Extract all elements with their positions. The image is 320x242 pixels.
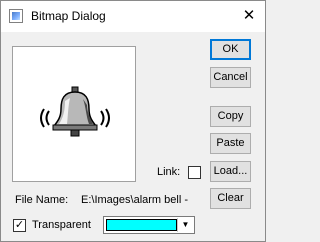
link-label: Link: xyxy=(157,166,181,178)
load-button[interactable]: Load... xyxy=(210,161,251,182)
transparent-color-swatch xyxy=(106,219,177,231)
copy-button[interactable]: Copy xyxy=(210,106,251,127)
close-button[interactable]: ✕ xyxy=(239,6,259,26)
chevron-down-icon[interactable]: ▼ xyxy=(177,218,193,232)
alarm-bell-icon xyxy=(39,85,111,144)
transparent-checkbox[interactable]: ✓ xyxy=(13,219,26,232)
window-title: Bitmap Dialog xyxy=(31,9,106,23)
ok-button[interactable]: OK xyxy=(210,39,251,60)
clear-button[interactable]: Clear xyxy=(210,188,251,209)
bitmap-dialog-window: Bitmap Dialog ✕ OK Cancel Copy Paste Loa… xyxy=(0,0,266,242)
link-checkbox[interactable] xyxy=(188,166,201,179)
cancel-button[interactable]: Cancel xyxy=(210,67,251,88)
title-bar[interactable]: Bitmap Dialog ✕ xyxy=(1,1,265,32)
transparent-color-dropdown[interactable]: ▼ xyxy=(103,216,195,234)
file-name-label: File Name: xyxy=(15,194,69,206)
transparent-label: Transparent xyxy=(32,219,91,231)
bitmap-preview xyxy=(12,46,136,182)
file-name-value: E:\Images\alarm bell - xyxy=(81,194,188,206)
bitmap-dialog-icon xyxy=(9,9,23,23)
paste-button[interactable]: Paste xyxy=(210,133,251,154)
